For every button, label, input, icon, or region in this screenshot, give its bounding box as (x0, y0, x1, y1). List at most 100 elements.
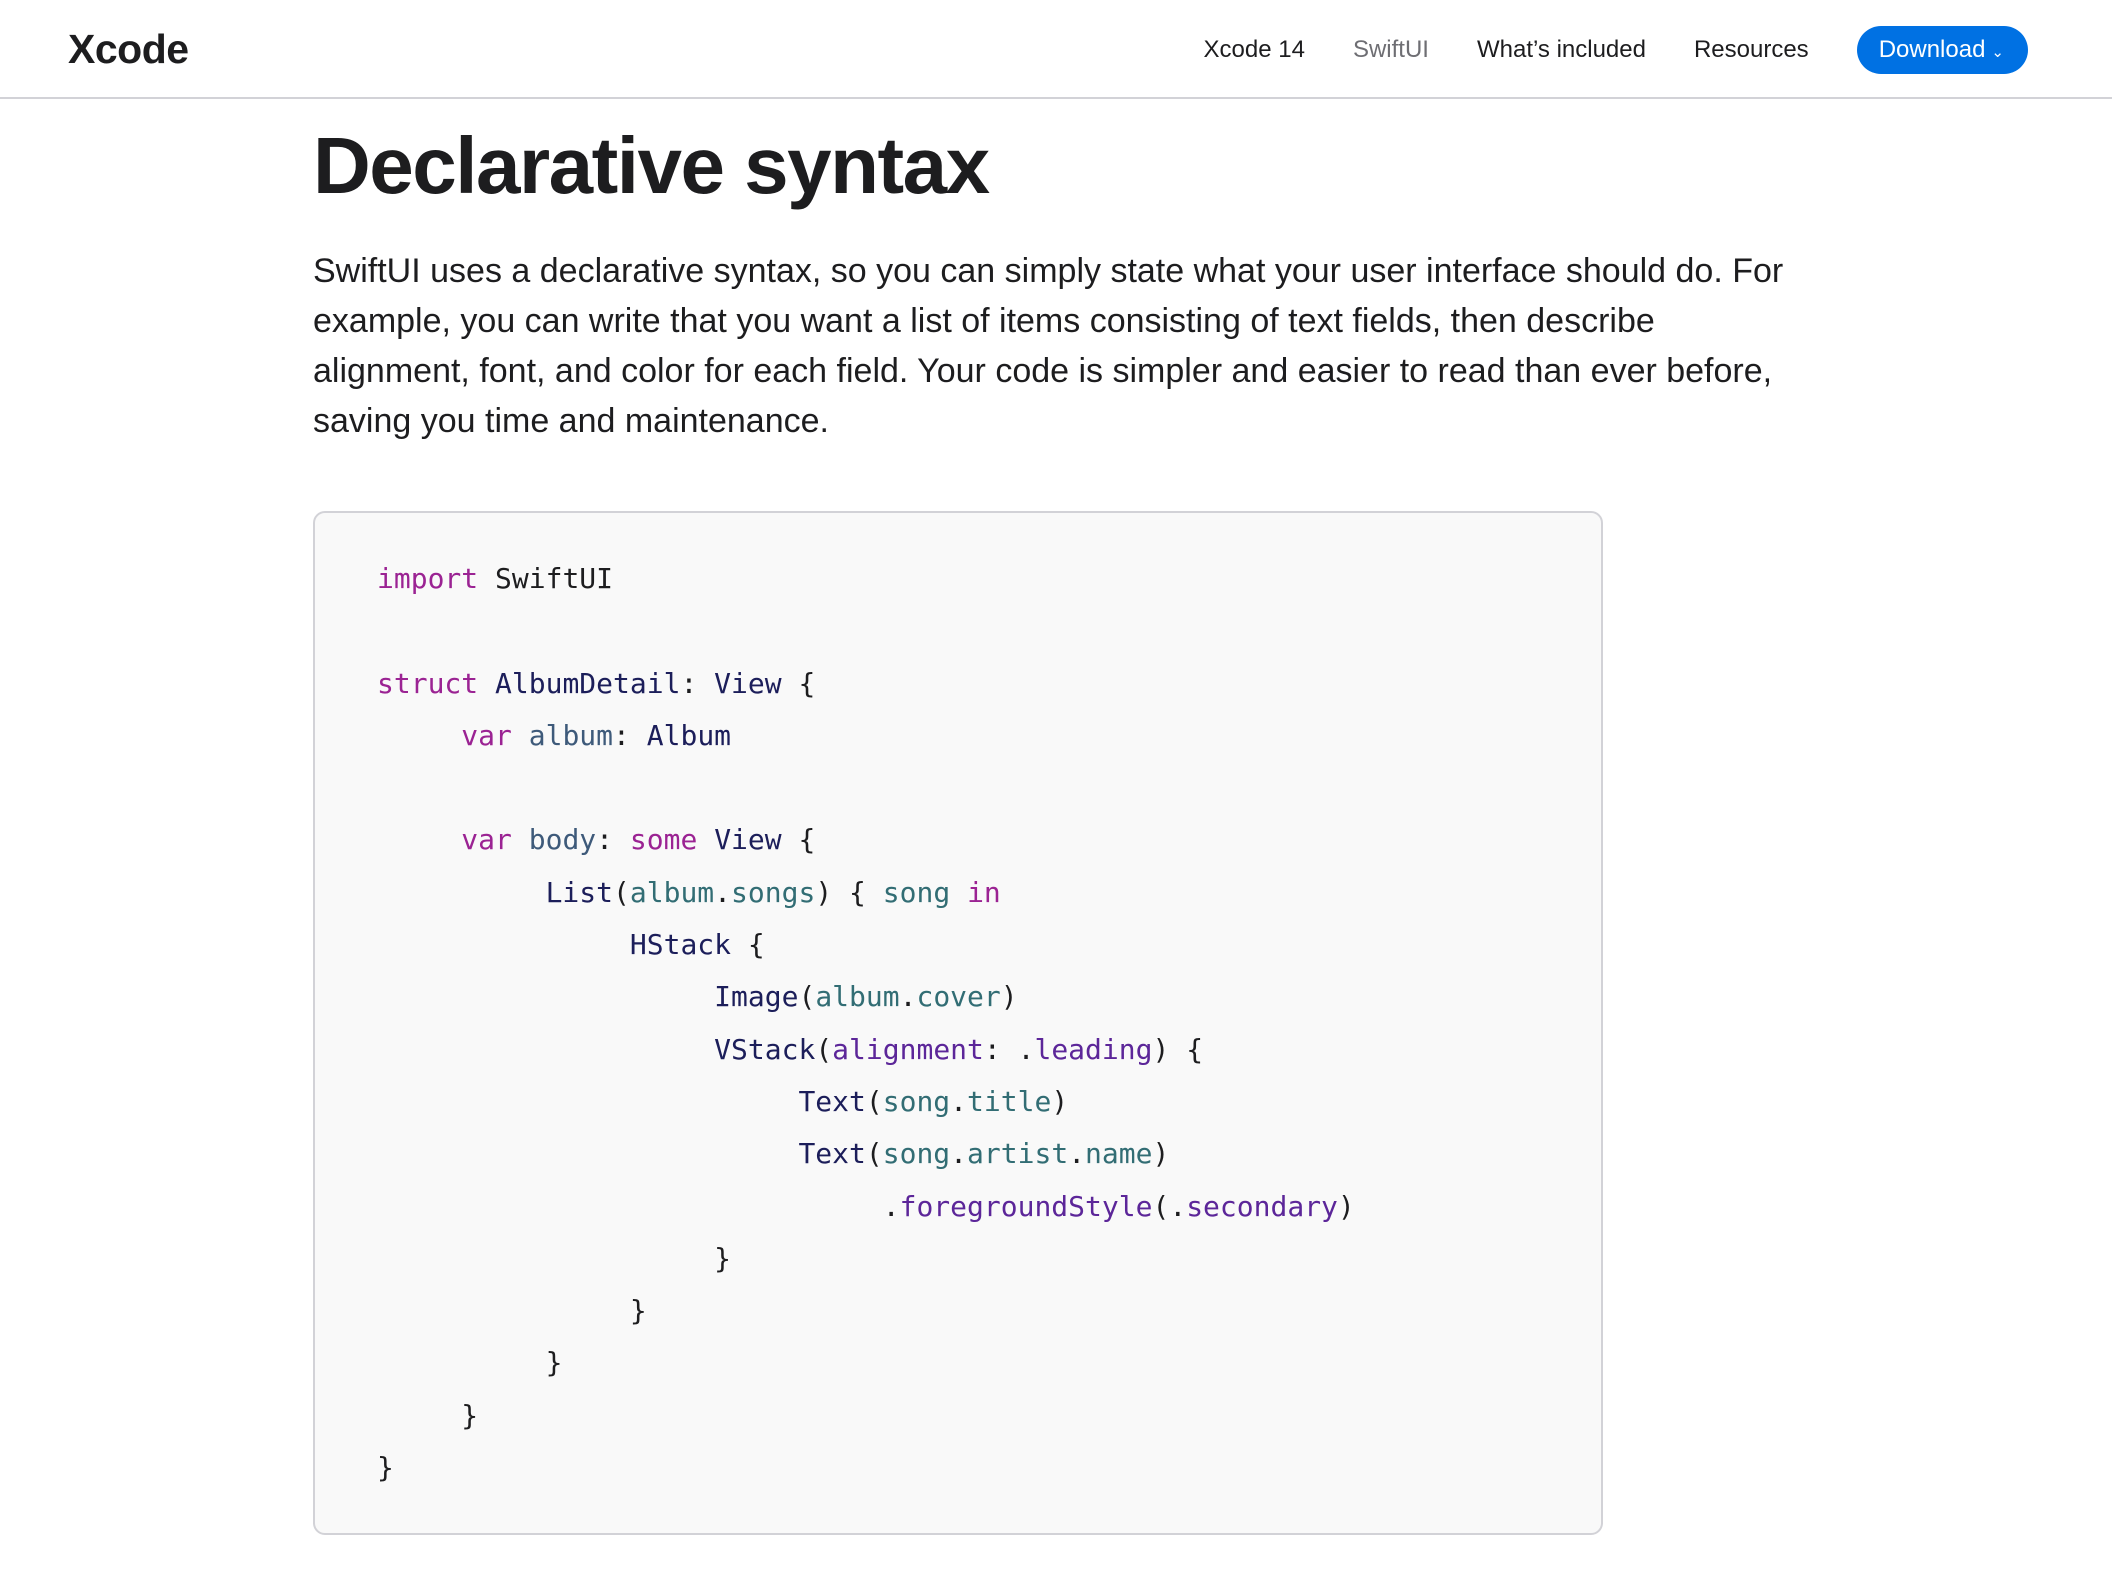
code-token: ( (815, 1032, 833, 1066)
code-line: var album: Album (377, 710, 1355, 762)
code-token: var (461, 823, 512, 857)
code-token: . (882, 1189, 900, 1223)
nav-link-swiftui[interactable]: SwiftUI (1353, 36, 1429, 64)
section-body: SwiftUI uses a declarative syntax, so yo… (313, 252, 1784, 440)
download-button-label: Download (1878, 35, 1986, 63)
code-token: foregroundStyle (899, 1189, 1153, 1223)
code-token: some (629, 823, 698, 857)
code-token: album (815, 980, 900, 1014)
code-token: ) (1337, 1189, 1355, 1223)
code-line: VStack(alignment: .leading) { (377, 1024, 1355, 1076)
code-line: } (377, 1337, 1355, 1389)
code-token: Text (798, 1084, 866, 1118)
code-token: ( (865, 1137, 883, 1171)
code-line: } (377, 1233, 1355, 1285)
code-token: } (714, 1241, 732, 1275)
code-line: HStack { (377, 919, 1355, 971)
code-token: artist (967, 1137, 1069, 1171)
nav-link-whats-included[interactable]: What’s included (1477, 36, 1646, 64)
code-token: : (680, 666, 715, 700)
code-token: song (882, 875, 951, 909)
code-token: } (629, 1294, 647, 1328)
code-token: Text (798, 1137, 866, 1171)
section-title: Declarative syntax (313, 121, 990, 210)
code-block: import SwiftUI struct AlbumDetail: View {… (377, 553, 1355, 1494)
code-token: HStack (629, 928, 732, 962)
code-token: Album (646, 718, 732, 752)
code-token: song (882, 1137, 951, 1171)
code-token: } (545, 1346, 563, 1380)
code-token: . (714, 875, 732, 909)
code-token: ) (1152, 1137, 1170, 1171)
code-token: : . (983, 1032, 1035, 1066)
code-token: (. (1152, 1189, 1187, 1223)
code-token: var (461, 718, 512, 752)
global-navbar: Xcode Xcode 14 SwiftUI What’s included R… (0, 0, 2112, 99)
code-token: . (950, 1084, 968, 1118)
code-token: : (613, 718, 647, 752)
code-token: { (731, 928, 765, 962)
code-token: } (377, 1451, 394, 1485)
nav-link-resources[interactable]: Resources (1694, 36, 1809, 64)
code-token: title (967, 1084, 1052, 1118)
code-token: ) { (815, 875, 883, 909)
code-token: alignment (832, 1032, 984, 1066)
code-token: { (781, 823, 816, 857)
code-sample-card: import SwiftUI struct AlbumDetail: View {… (313, 511, 1603, 1535)
nav-links: Xcode 14 SwiftUI What’s included Resourc… (1156, 0, 2112, 99)
code-token: ( (798, 980, 816, 1014)
download-button[interactable]: Download ⌄ (1856, 25, 2028, 74)
chevron-down-icon: ⌄ (1991, 43, 2004, 61)
code-line: } (377, 1285, 1355, 1337)
code-token: songs (731, 875, 816, 909)
code-token: secondary (1186, 1189, 1338, 1223)
code-line: Text(song.title) (377, 1076, 1355, 1128)
code-token: } (461, 1398, 479, 1432)
code-token: View (714, 666, 782, 700)
code-token: song (882, 1084, 951, 1118)
code-line: } (377, 1390, 1355, 1442)
code-token: ( (865, 1084, 883, 1118)
code-token: ) (1000, 980, 1018, 1014)
code-token: ) { (1152, 1032, 1204, 1066)
code-token: struct (377, 666, 479, 700)
code-line: Image(album.cover) (377, 971, 1355, 1023)
brand-logo[interactable]: Xcode (68, 0, 189, 99)
code-token: . (950, 1137, 968, 1171)
code-token: name (1085, 1137, 1153, 1171)
code-token: import (377, 562, 479, 595)
code-token: album (528, 718, 614, 752)
code-token: AlbumDetail (495, 666, 681, 700)
code-token: ( (613, 875, 630, 909)
code-token: : (596, 823, 630, 857)
code-token: . (899, 980, 917, 1014)
code-token: body (528, 823, 597, 857)
code-line: Text(song.artist.name) (377, 1128, 1355, 1180)
nav-link-xcode-14[interactable]: Xcode 14 (1204, 36, 1305, 64)
code-token: VStack (714, 1032, 816, 1066)
code-token: View (714, 823, 782, 857)
code-token: { (781, 666, 816, 700)
main-content: Declarative syntax SwiftUI uses a declar… (313, 99, 1813, 446)
code-line: .foregroundStyle(.secondary) (377, 1181, 1355, 1233)
code-line: } (377, 1442, 1355, 1494)
code-token: leading (1034, 1032, 1153, 1066)
code-token: List (545, 875, 614, 909)
code-line: import SwiftUI (377, 553, 1355, 605)
